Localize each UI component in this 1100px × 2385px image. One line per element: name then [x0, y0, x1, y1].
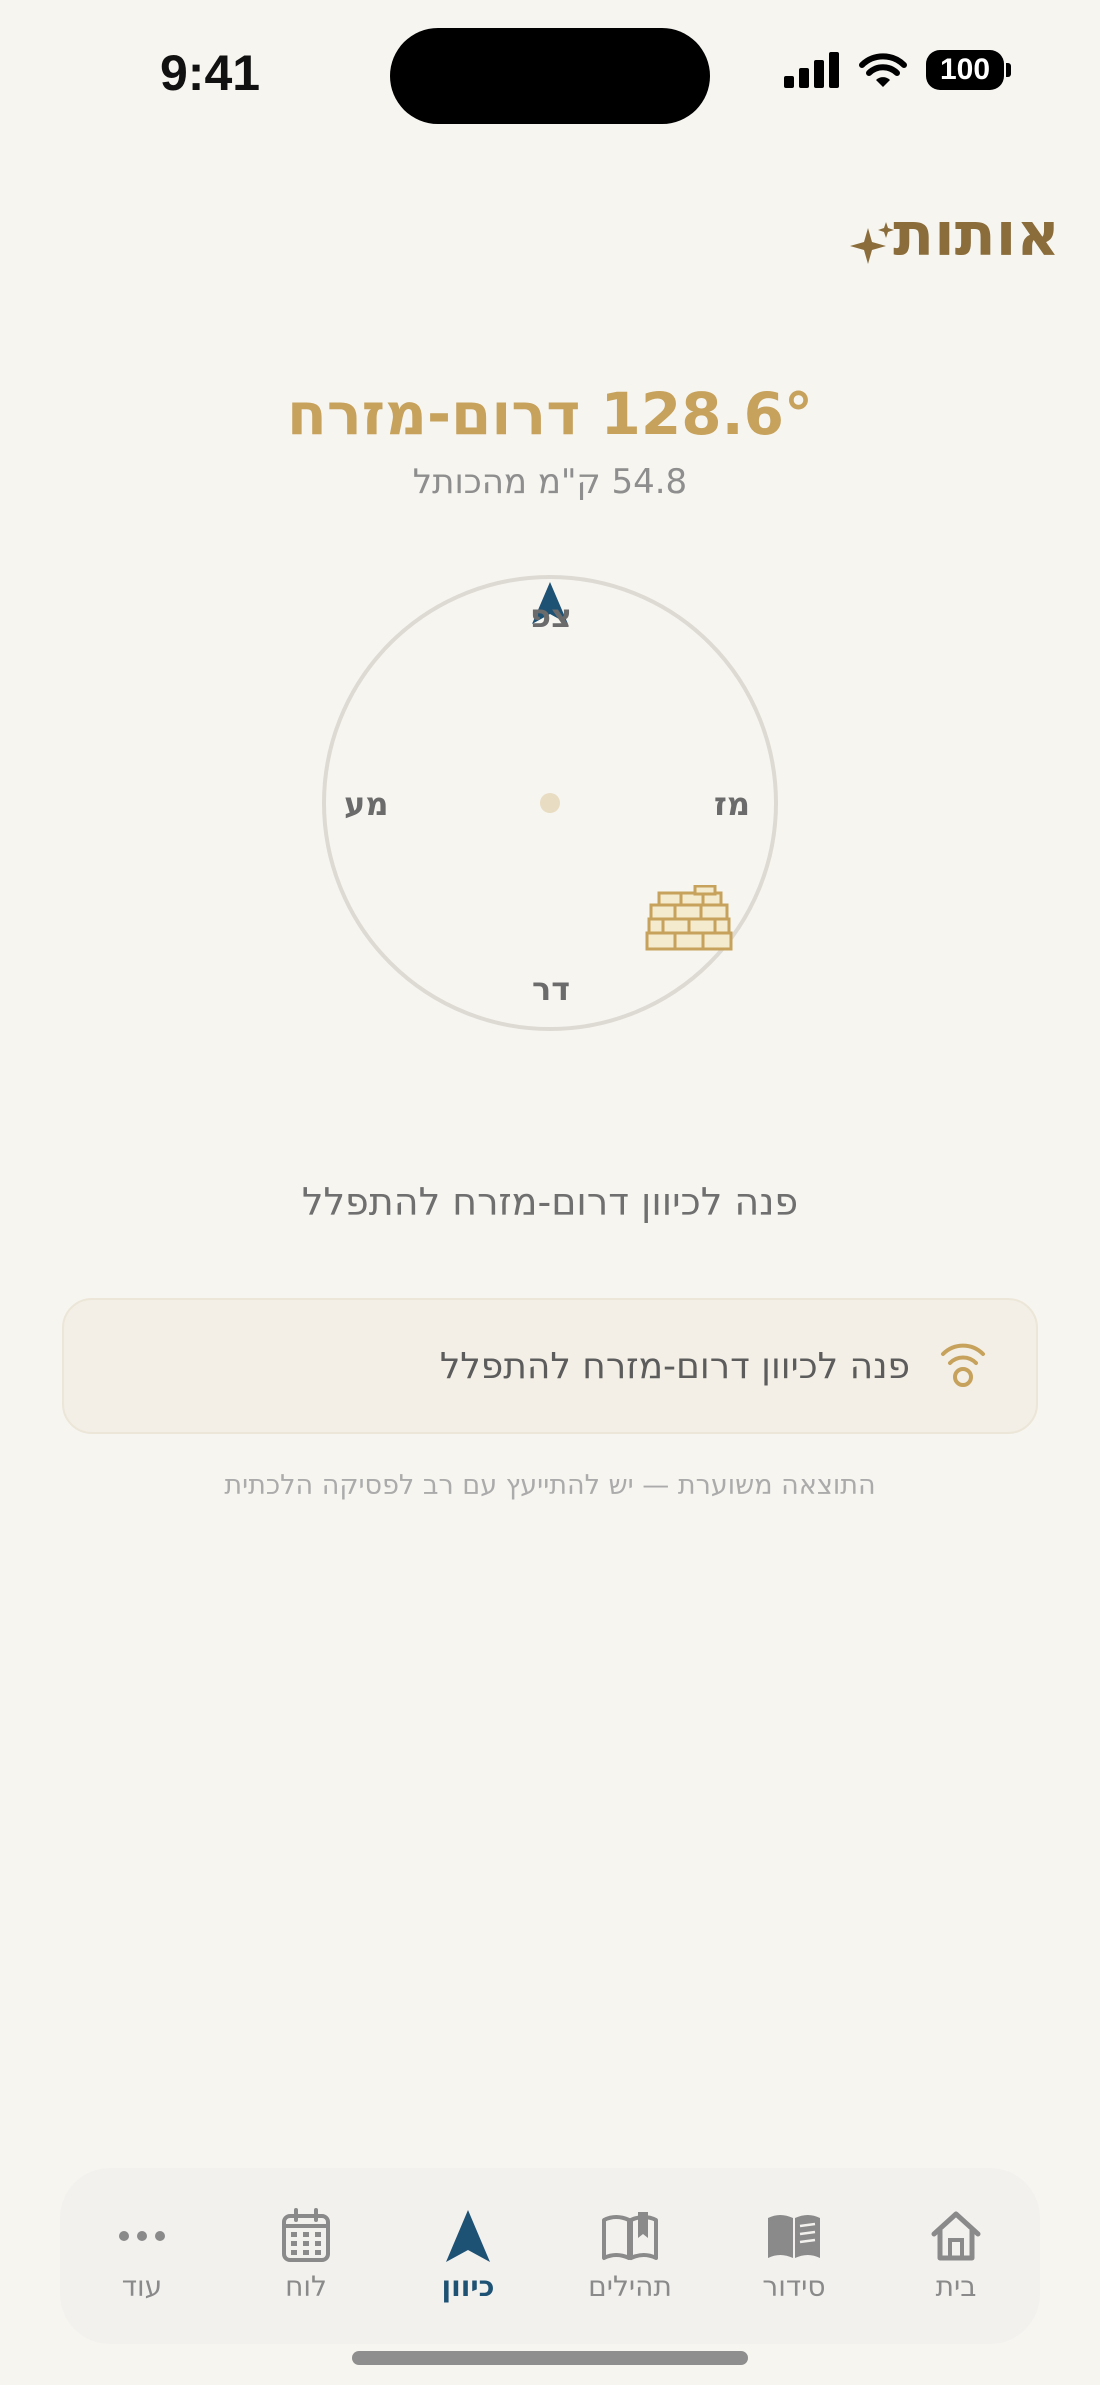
- tab-label: לוח: [285, 2270, 327, 2303]
- tab-home[interactable]: בית: [876, 2208, 1036, 2303]
- distance-to-wall: 54.8 ק"מ מהכותל: [412, 462, 688, 502]
- compass-center: [540, 793, 560, 813]
- home-indicator: [352, 2351, 748, 2365]
- qibla-bearing: 128.6° דרום-מזרח: [286, 380, 813, 448]
- wifi-icon: [859, 53, 907, 87]
- compass-east-label: מז: [714, 785, 750, 823]
- tab-label: כיוון: [441, 2270, 495, 2303]
- more-icon: [119, 2231, 165, 2241]
- tab-label: סידור: [762, 2270, 826, 2303]
- western-wall-icon: [645, 885, 733, 951]
- direction-card: פנה לכיוון דרום-מזרח להתפלל: [62, 1298, 1038, 1434]
- halachic-disclaimer: התוצאה משוערת — יש להתייעץ עם רב לפסיקה …: [224, 1470, 876, 1501]
- page-title: אותות: [893, 200, 1060, 270]
- tab-more[interactable]: עוד: [62, 2208, 222, 2303]
- calendar-icon: [282, 2208, 330, 2262]
- tab-siddur[interactable]: סידור: [714, 2208, 874, 2303]
- tab-bar: בית סידור תהילים כיוון לוח עוד: [60, 2168, 1040, 2344]
- card-text: פנה לכיוון דרום-מזרח להתפלל: [439, 1345, 910, 1387]
- compass-west-label: מע: [344, 785, 389, 823]
- tab-label: בית: [935, 2270, 977, 2303]
- battery-indicator: 100: [926, 50, 1011, 90]
- status-icons: 100: [784, 50, 1011, 90]
- sparkle-icon[interactable]: [850, 222, 894, 266]
- book-icon: [768, 2215, 820, 2258]
- direction-instruction: פנה לכיוון דרום-מזרח להתפלל: [301, 1180, 799, 1224]
- tab-tehillim[interactable]: תהילים: [550, 2208, 710, 2303]
- compass-south-label: דר: [532, 970, 571, 1008]
- open-book-icon: [602, 2212, 658, 2260]
- home-icon: [931, 2211, 981, 2261]
- compass-north-label: צפ: [530, 597, 572, 635]
- cellular-signal-icon: [784, 52, 839, 88]
- tab-calendar[interactable]: לוח: [226, 2208, 386, 2303]
- dynamic-island: [390, 28, 710, 124]
- tab-direction[interactable]: כיוון: [388, 2208, 548, 2303]
- signal-icon: [941, 1343, 985, 1387]
- status-time: 9:41: [160, 45, 261, 101]
- tab-label: עוד: [121, 2270, 163, 2303]
- tab-label: תהילים: [588, 2270, 672, 2303]
- navigation-arrow-icon: [446, 2210, 490, 2262]
